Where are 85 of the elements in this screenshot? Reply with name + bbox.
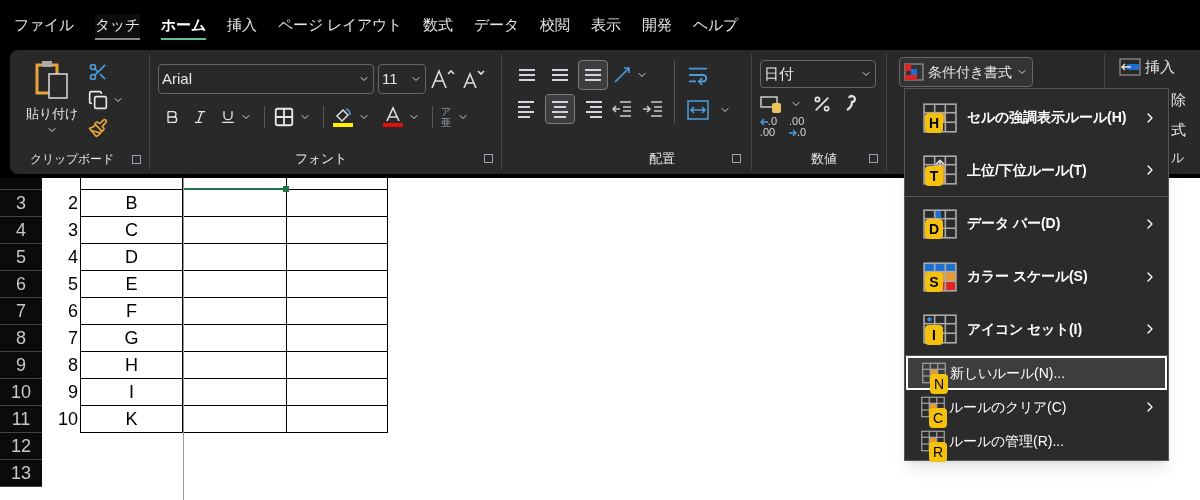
- table-cell-text: 6: [67, 300, 79, 323]
- number-format-field[interactable]: 日付: [759, 60, 876, 88]
- right-arrow-icon: [789, 128, 798, 137]
- key-tip: I: [925, 325, 943, 345]
- menu-item[interactable]: H セルの強調表示ルール(H): [905, 91, 1168, 144]
- row-header[interactable]: 3: [0, 190, 42, 217]
- key-tip: S: [925, 272, 943, 292]
- ribbon-tab[interactable]: 校閲: [540, 13, 571, 40]
- horizontal-align-button[interactable]: [544, 94, 575, 124]
- row-header[interactable]: 12: [0, 433, 42, 460]
- table-cell-text: 9: [67, 381, 79, 404]
- table-cell-text: 8: [67, 354, 79, 377]
- decrease-decimal-button[interactable]: .00 .0: [789, 116, 807, 138]
- ribbon-tab[interactable]: 表示: [591, 13, 622, 40]
- ribbon-tab[interactable]: ヘルプ: [693, 13, 739, 40]
- ribbon-tab[interactable]: 数式: [423, 13, 454, 40]
- ribbon-tab[interactable]: 挿入: [227, 13, 257, 40]
- key-tip: R: [929, 442, 947, 462]
- ribbon-tab[interactable]: ファイル: [14, 13, 74, 40]
- currency-icon[interactable]: [759, 94, 784, 114]
- menu-item[interactable]: D データ バー(D): [905, 197, 1168, 250]
- table-cell-text: 3: [67, 219, 79, 242]
- borders-icon[interactable]: [273, 106, 295, 128]
- table-cell-text: 2: [67, 192, 79, 215]
- key-tip: T: [925, 166, 943, 186]
- table-cell-text: 5: [67, 273, 79, 296]
- group-label: 配置: [648, 149, 675, 168]
- paste-button[interactable]: 貼り付け: [24, 60, 80, 150]
- ribbon-tab[interactable]: タッチ: [95, 13, 140, 40]
- bold-icon[interactable]: [164, 109, 180, 125]
- increase-indent-icon[interactable]: [641, 99, 664, 119]
- row-header[interactable]: 5: [0, 244, 42, 271]
- font-size-field[interactable]: 11: [378, 64, 426, 94]
- clipboard-icon: [34, 60, 70, 100]
- row-header[interactable]: 11: [0, 406, 42, 433]
- menu-item[interactable]: S カラー スケール(S): [905, 250, 1168, 303]
- dialog-launcher-icon[interactable]: [132, 154, 141, 164]
- format-label[interactable]: 式: [1171, 119, 1186, 142]
- grow-font-icon[interactable]: [430, 68, 456, 90]
- italic-icon[interactable]: [192, 109, 208, 125]
- row-header[interactable]: 6: [0, 271, 42, 298]
- dialog-launcher-icon[interactable]: [868, 153, 878, 163]
- group-label: ル: [1171, 148, 1185, 167]
- group-label: 数値: [811, 149, 838, 168]
- insert-label[interactable]: 挿入: [1145, 56, 1175, 79]
- row-header[interactable]: 8: [0, 325, 42, 352]
- font-color-icon[interactable]: [382, 106, 404, 128]
- increase-decimal-button[interactable]: .0 .00: [759, 116, 778, 138]
- dialog-launcher-icon[interactable]: [731, 153, 741, 163]
- insert-cells-icon[interactable]: [1119, 58, 1141, 77]
- row-header[interactable]: 9: [0, 352, 42, 379]
- cut-icon[interactable]: [88, 62, 108, 82]
- font-name-field[interactable]: Arial: [158, 64, 374, 94]
- copy-icon[interactable]: [88, 90, 108, 110]
- conditional-format-button[interactable]: 条件付き書式: [898, 57, 1033, 87]
- conditional-format-icon: [903, 63, 924, 81]
- group-label: フォント: [294, 149, 347, 168]
- delete-label[interactable]: 除: [1171, 88, 1186, 111]
- underline-icon[interactable]: [220, 109, 236, 125]
- table-cell-text: 4: [67, 246, 79, 269]
- vertical-align-button[interactable]: [577, 60, 608, 90]
- shrink-font-icon[interactable]: [460, 68, 486, 90]
- table-cell-text: 10: [56, 408, 79, 431]
- phonetic-button[interactable]: ア 亜: [441, 106, 451, 128]
- decrease-indent-icon[interactable]: [610, 99, 633, 119]
- left-arrow-icon: [759, 117, 768, 126]
- row-header[interactable]: 7: [0, 298, 42, 325]
- ribbon-tab[interactable]: ホーム: [161, 13, 206, 40]
- key-tip: N: [930, 374, 948, 394]
- merge-center-icon[interactable]: [686, 100, 709, 120]
- ribbon-tab[interactable]: ページ レイアウト: [278, 13, 403, 40]
- key-tip: H: [925, 113, 943, 133]
- dialog-launcher-icon[interactable]: [483, 153, 493, 163]
- ribbon-tab[interactable]: データ: [474, 13, 520, 40]
- menu-item[interactable]: T 上位/下位ルール(T): [905, 144, 1168, 197]
- key-tip: C: [929, 408, 947, 428]
- ribbon-tab[interactable]: 開発: [642, 13, 673, 40]
- row-header[interactable]: 13: [0, 460, 42, 487]
- format-painter-icon[interactable]: [88, 118, 108, 138]
- row-header[interactable]: 4: [0, 217, 42, 244]
- row-header[interactable]: 10: [0, 379, 42, 406]
- fill-color-icon[interactable]: [332, 106, 354, 128]
- group-label: クリップボード: [30, 151, 114, 168]
- key-tip: D: [925, 219, 943, 239]
- table-cell-text: 7: [67, 327, 79, 350]
